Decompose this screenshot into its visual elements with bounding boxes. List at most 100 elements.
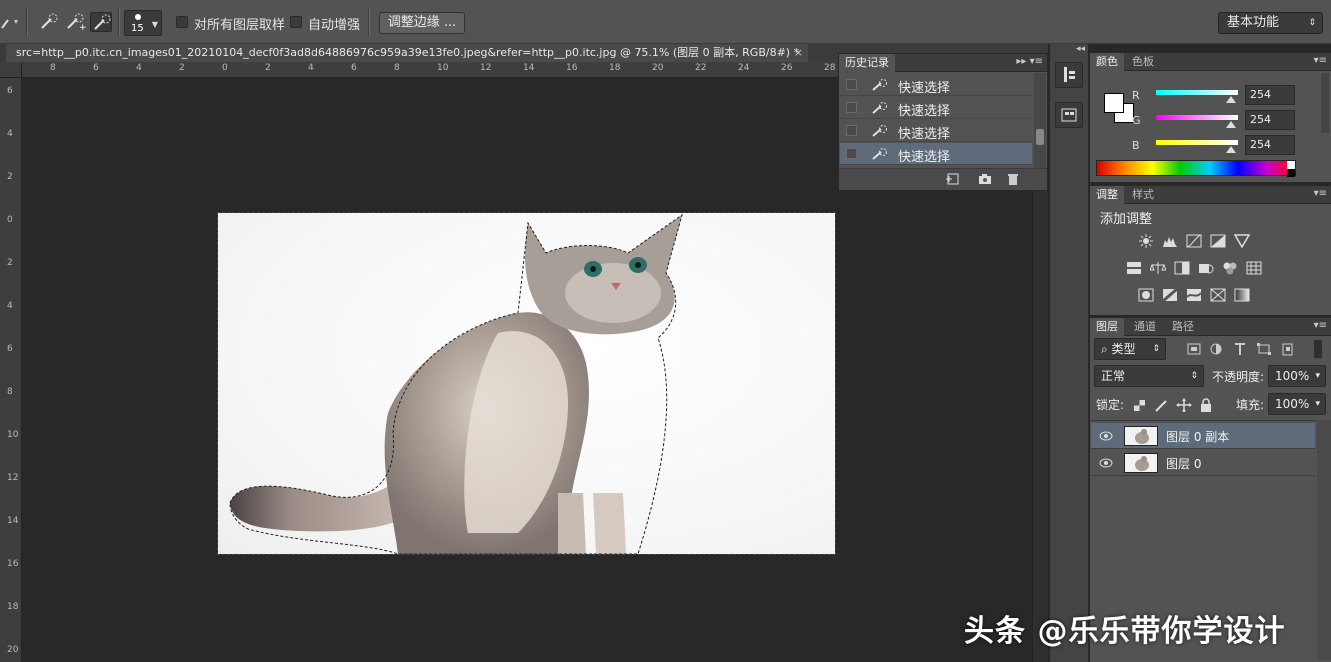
layer-filter-select[interactable]: ⌕ 类型 ⇕ — [1094, 338, 1166, 360]
posterize-icon[interactable] — [1162, 288, 1178, 302]
layer-row[interactable]: 图层 0 副本 — [1091, 423, 1315, 449]
new-selection-button[interactable] — [38, 12, 60, 32]
black-white-swatch[interactable] — [1287, 161, 1295, 177]
properties-dock-button[interactable] — [1055, 102, 1083, 128]
panel-menu-icon[interactable]: ▾≡ — [1314, 188, 1327, 199]
tab-history[interactable]: 历史记录 — [839, 54, 895, 72]
tool-preset-picker[interactable] — [0, 12, 22, 32]
brush-size-picker[interactable]: 15 ▼ — [124, 10, 162, 36]
selective-color-icon[interactable] — [1210, 288, 1226, 302]
vertical-ruler[interactable]: 6 4 2 0 2 4 6 8 10 12 14 16 18 20 — [0, 78, 22, 662]
scrollbar-thumb[interactable] — [1036, 129, 1044, 145]
black-white-icon[interactable] — [1174, 261, 1190, 275]
tab-channels[interactable]: 通道 — [1128, 318, 1162, 336]
history-item[interactable]: 快速选择 — [840, 143, 1032, 165]
history-item[interactable]: 快速选择 — [840, 74, 1032, 96]
close-icon[interactable]: × — [794, 44, 803, 61]
curves-icon[interactable] — [1186, 234, 1202, 248]
filter-shape-layer-icon[interactable] — [1256, 342, 1272, 356]
red-value-input[interactable]: 254 — [1245, 85, 1295, 105]
levels-icon[interactable] — [1162, 234, 1178, 248]
filter-pixel-layer-icon[interactable] — [1186, 342, 1202, 356]
collapse-dock-icon[interactable]: ◂◂ — [1076, 44, 1085, 54]
blend-mode-select[interactable]: 正常 ⇕ — [1094, 365, 1204, 387]
new-document-from-state-icon[interactable] — [945, 172, 961, 186]
history-item[interactable]: 快速选择 — [840, 120, 1032, 142]
slider-knob[interactable] — [1226, 121, 1236, 128]
color-balance-icon[interactable] — [1150, 261, 1166, 275]
invert-icon[interactable] — [1138, 288, 1154, 302]
lock-image-pixels-icon[interactable] — [1154, 398, 1170, 412]
tab-layers[interactable]: 图层 — [1090, 318, 1124, 336]
eye-icon[interactable] — [1099, 457, 1113, 469]
color-lookup-icon[interactable] — [1246, 261, 1262, 275]
auto-enhance-checkbox[interactable] — [290, 16, 302, 28]
filter-type-layer-icon[interactable] — [1232, 342, 1248, 356]
panel-menu-icon[interactable]: ▾≡ — [1314, 55, 1327, 66]
image-canvas[interactable] — [217, 212, 836, 555]
snapshot-source-checkbox[interactable] — [846, 125, 857, 136]
layer-name[interactable]: 图层 0 副本 — [1166, 428, 1229, 445]
filter-toggle-switch[interactable] — [1314, 340, 1322, 358]
brightness-contrast-icon[interactable] — [1138, 234, 1154, 248]
slider-track[interactable] — [1156, 115, 1238, 120]
foreground-color-swatch[interactable] — [1104, 93, 1124, 113]
ruler-origin[interactable] — [0, 62, 22, 78]
lock-transparent-pixels-icon[interactable] — [1132, 398, 1148, 412]
snapshot-source-checkbox[interactable] — [846, 148, 857, 159]
camera-icon[interactable] — [977, 172, 993, 186]
blue-value-input[interactable]: 254 — [1245, 135, 1295, 155]
filter-adjustment-layer-icon[interactable] — [1208, 342, 1224, 356]
hue-saturation-icon[interactable] — [1126, 261, 1142, 275]
panel-menu-icon[interactable]: ▾≡ — [1314, 320, 1327, 331]
document-tab[interactable]: src=http__p0.itc.cn_images01_20210104_de… — [6, 44, 808, 62]
green-slider[interactable]: G 254 — [1098, 110, 1298, 132]
red-slider[interactable]: R 254 — [1098, 85, 1298, 107]
vibrance-icon[interactable] — [1234, 234, 1250, 248]
layer-name[interactable]: 图层 0 — [1166, 455, 1201, 472]
lock-icon[interactable] — [1198, 398, 1214, 412]
tab-swatches[interactable]: 色板 — [1126, 53, 1160, 71]
photo-filter-icon[interactable] — [1198, 261, 1214, 275]
refine-edge-button[interactable]: 调整边缘 ... — [379, 12, 465, 34]
quick-selection-add-icon: + — [67, 13, 87, 33]
history-item[interactable]: 快速选择 — [840, 97, 1032, 119]
gradient-map-icon[interactable] — [1234, 288, 1250, 302]
history-scrollbar[interactable] — [1034, 73, 1046, 168]
slider-knob[interactable] — [1226, 96, 1236, 103]
channel-mixer-icon[interactable] — [1222, 261, 1238, 275]
history-panel: 历史记录 ▸▸ ▾≡ 快速选择 快速选择 快速选择 快速选择 — [838, 53, 1048, 191]
filter-smart-object-icon[interactable] — [1280, 342, 1296, 356]
color-spectrum-ramp[interactable] — [1096, 160, 1296, 177]
updown-arrow-icon: ⇕ — [1152, 344, 1160, 354]
fill-input[interactable]: 100% ▾ — [1268, 393, 1326, 415]
slider-track[interactable] — [1156, 90, 1238, 95]
layer-thumbnail[interactable] — [1124, 426, 1158, 446]
eye-icon[interactable] — [1099, 430, 1113, 442]
tab-adjustments[interactable]: 调整 — [1090, 186, 1124, 204]
subtract-from-selection-button[interactable] — [90, 12, 112, 32]
trash-icon[interactable] — [1005, 172, 1021, 186]
tab-paths[interactable]: 路径 — [1166, 318, 1200, 336]
slider-knob[interactable] — [1226, 146, 1236, 153]
color-panel-scrollbar[interactable] — [1321, 73, 1329, 133]
tab-styles[interactable]: 样式 — [1126, 186, 1160, 204]
layer-thumbnail[interactable] — [1124, 453, 1158, 473]
green-value-input[interactable]: 254 — [1245, 110, 1295, 130]
exposure-icon[interactable] — [1210, 234, 1226, 248]
snapshot-source-checkbox[interactable] — [846, 102, 857, 113]
add-to-selection-button[interactable]: + — [64, 12, 87, 33]
panel-menu-icon[interactable]: ▸▸ ▾≡ — [1016, 56, 1043, 67]
layers-scrollbar[interactable] — [1317, 420, 1331, 660]
opacity-input[interactable]: 100% ▾ — [1268, 365, 1326, 387]
slider-track[interactable] — [1156, 140, 1238, 145]
lock-position-icon[interactable] — [1176, 398, 1192, 412]
history-dock-button[interactable] — [1055, 62, 1083, 88]
layer-row[interactable]: 图层 0 — [1091, 450, 1315, 476]
blue-slider[interactable]: B 254 — [1098, 135, 1298, 157]
workspace-select[interactable]: 基本功能 ⇕ — [1218, 12, 1323, 34]
tab-color[interactable]: 颜色 — [1090, 53, 1124, 71]
sample-all-layers-checkbox[interactable] — [176, 16, 188, 28]
threshold-icon[interactable] — [1186, 288, 1202, 302]
snapshot-source-checkbox[interactable] — [846, 79, 857, 90]
